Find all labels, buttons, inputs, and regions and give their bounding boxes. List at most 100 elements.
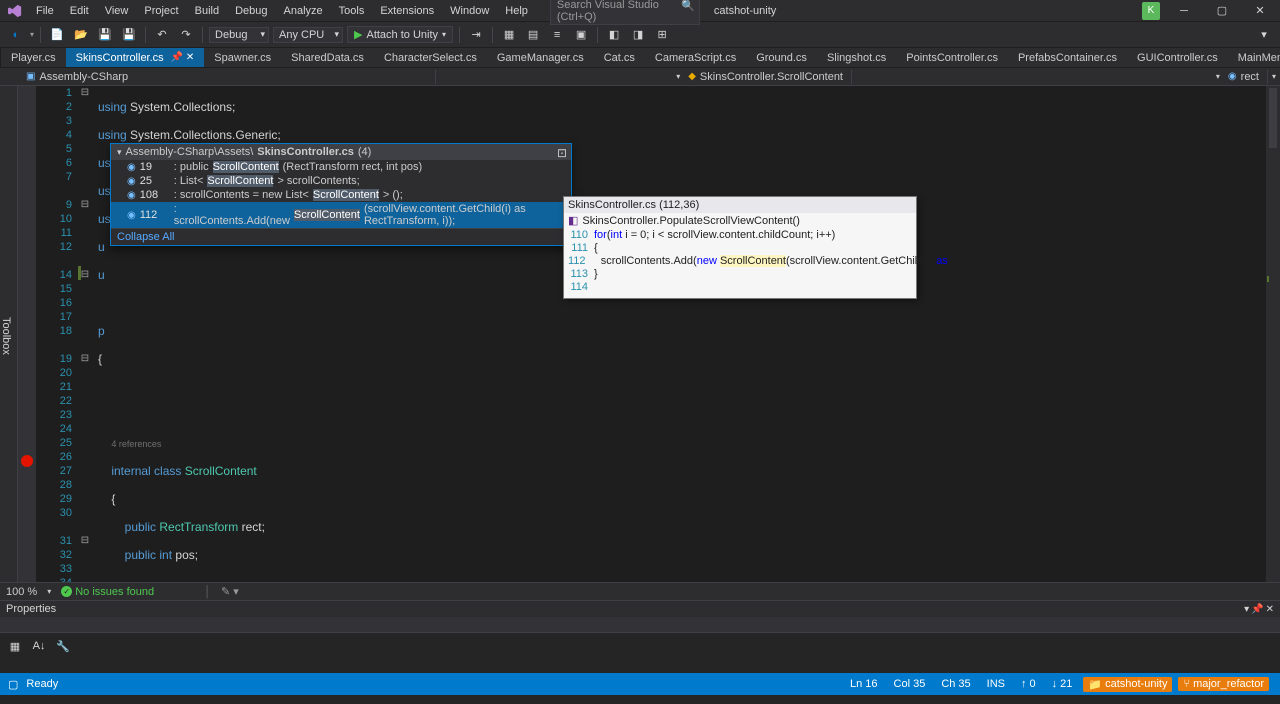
tab-file[interactable]: CharacterSelect.cs	[374, 48, 487, 67]
attach-to-unity-button[interactable]: ▶ Attach to Unity ▾	[347, 26, 453, 43]
tab-file[interactable]: SkinsController.cs📌 ✕	[66, 48, 205, 67]
minimize-button[interactable]: ─	[1170, 2, 1198, 20]
status-ins[interactable]: INS	[979, 678, 1013, 690]
find-references-popup: ▾ Assembly-CSharp\Assets\SkinsController…	[110, 143, 572, 246]
categorize-icon[interactable]: ▦	[6, 637, 24, 655]
platform-dropdown[interactable]: Any CPU	[273, 27, 343, 43]
properties-header[interactable]: Properties ▾ 📌 ✕	[0, 601, 1280, 617]
menu-edit[interactable]: Edit	[62, 2, 97, 20]
editor-status-bar: 100 % ▾ No issues found │ ✎ ▾	[0, 582, 1280, 600]
menu-help[interactable]: Help	[497, 2, 536, 20]
menu-build[interactable]: Build	[187, 2, 227, 20]
close-button[interactable]: ✕	[1246, 2, 1274, 20]
close-icon[interactable]: ✕	[1266, 604, 1274, 615]
class-icon: ◆	[688, 71, 696, 82]
collapse-toolbar-icon[interactable]: ▾	[1254, 25, 1274, 45]
menu-window[interactable]: Window	[442, 2, 497, 20]
undo-icon[interactable]: ↶	[152, 25, 172, 45]
scroll-map[interactable]	[1266, 86, 1280, 582]
vs-logo-icon	[6, 2, 24, 20]
method-icon: ◧	[568, 214, 578, 227]
issues-status[interactable]: No issues found	[61, 586, 154, 598]
tab-file[interactable]: GUIController.cs	[1127, 48, 1228, 67]
wrench-icon[interactable]: 🔧	[54, 637, 72, 655]
find-popup-header[interactable]: ▾ Assembly-CSharp\Assets\SkinsController…	[111, 144, 571, 160]
step-icon[interactable]: ⇥	[466, 25, 486, 45]
main-menu: FileEditViewProjectBuildDebugAnalyzeTool…	[28, 2, 536, 20]
toolbox-side-tab[interactable]: Toolbox	[0, 86, 18, 582]
menu-analyze[interactable]: Analyze	[276, 2, 331, 20]
dropdown-icon[interactable]: ▾	[1244, 604, 1249, 615]
search-input[interactable]: Search Visual Studio (Ctrl+Q) 🔍	[550, 0, 700, 25]
status-col[interactable]: Col 35	[886, 678, 934, 690]
fold-column[interactable]: ⊟⊟⊟⊟⊟⊟	[78, 86, 92, 582]
config-dropdown[interactable]: Debug	[209, 27, 269, 43]
tool-icon[interactable]: ▦	[499, 25, 519, 45]
tool-icon[interactable]: ≡	[547, 25, 567, 45]
tab-file[interactable]: Slingshot.cs	[817, 48, 896, 67]
git-repo-badge[interactable]: 📁 catshot-unity	[1083, 677, 1172, 692]
find-result-row[interactable]: ◉25 : List<ScrollContent> scrollContents…	[111, 174, 571, 188]
tab-file[interactable]: Cat.cs	[594, 48, 645, 67]
editor-tabs: Player.csSkinsController.cs📌 ✕Spawner.cs…	[0, 48, 1280, 68]
find-result-row[interactable]: ◉19 : public ScrollContent(RectTransform…	[111, 160, 571, 174]
tab-file[interactable]: Ground.cs	[746, 48, 817, 67]
tab-file[interactable]: GameManager.cs	[487, 48, 594, 67]
nav-type[interactable]: ▾ ◆ SkinsController.ScrollContent	[436, 70, 852, 84]
status-icon: ▢	[8, 678, 18, 691]
breakpoint-icon[interactable]	[21, 455, 33, 467]
status-ch[interactable]: Ch 35	[933, 678, 978, 690]
back-button[interactable]: ◐	[6, 25, 26, 45]
user-avatar[interactable]: K	[1142, 2, 1160, 20]
close-icon[interactable]: ⊡	[557, 146, 567, 160]
alphabetical-icon[interactable]: A↓	[30, 637, 48, 655]
field-icon: ◉	[1228, 71, 1237, 82]
menu-view[interactable]: View	[97, 2, 137, 20]
gutter[interactable]	[18, 86, 36, 582]
git-branch-badge[interactable]: ⑂ major_refactor	[1178, 677, 1269, 691]
tab-file[interactable]: SharedData.cs	[281, 48, 374, 67]
menu-debug[interactable]: Debug	[227, 2, 275, 20]
tool-icon[interactable]: ▣	[571, 25, 591, 45]
zoom-level[interactable]: 100 %	[6, 586, 37, 598]
line-numbers: 1234567910111214151617181920212223242526…	[36, 86, 78, 582]
tool-icon[interactable]: ⊞	[652, 25, 672, 45]
code-nav-bar: ▣ Assembly-CSharp ▾ ◆ SkinsController.Sc…	[0, 68, 1280, 86]
tab-file[interactable]: MainMenuController.cs	[1228, 48, 1280, 67]
tab-file[interactable]: PointsController.cs	[896, 48, 1008, 67]
code-preview-tooltip: SkinsController.cs (112,36) ◧ SkinsContr…	[563, 196, 917, 299]
tool-icon[interactable]: ◨	[628, 25, 648, 45]
tab-file[interactable]: Spawner.cs	[204, 48, 281, 67]
status-bar: ▢ Ready Ln 16 Col 35 Ch 35 INS ↑ 0 ↓ 21 …	[0, 673, 1280, 695]
pen-icon[interactable]: ✎ ▾	[221, 585, 239, 598]
code-editor[interactable]: 1234567910111214151617181920212223242526…	[18, 86, 1280, 582]
maximize-button[interactable]: ▢	[1208, 2, 1236, 20]
search-icon: 🔍	[681, 0, 695, 12]
tab-file[interactable]: Player.cs	[1, 48, 66, 67]
menu-extensions[interactable]: Extensions	[372, 2, 442, 20]
menu-project[interactable]: Project	[136, 2, 186, 20]
save-icon[interactable]: 💾	[95, 25, 115, 45]
menu-tools[interactable]: Tools	[331, 2, 373, 20]
csharp-icon: ▣	[26, 71, 35, 82]
title-bar: FileEditViewProjectBuildDebugAnalyzeTool…	[0, 0, 1280, 22]
find-result-row[interactable]: ◉108 : scrollContents = new List<ScrollC…	[111, 188, 571, 202]
save-all-icon[interactable]: 💾	[119, 25, 139, 45]
git-incoming[interactable]: ↓ 21	[1044, 678, 1081, 690]
tool-icon[interactable]: ▤	[523, 25, 543, 45]
nav-project[interactable]: ▣ Assembly-CSharp	[18, 70, 436, 84]
redo-icon[interactable]: ↷	[176, 25, 196, 45]
menu-file[interactable]: File	[28, 2, 62, 20]
collapse-all-link[interactable]: Collapse All	[111, 228, 571, 245]
open-icon[interactable]: 📂	[71, 25, 91, 45]
new-item-icon[interactable]: 📄	[47, 25, 67, 45]
tab-file[interactable]: CameraScript.cs	[645, 48, 746, 67]
tab-file[interactable]: PrefabsContainer.cs	[1008, 48, 1127, 67]
git-outgoing[interactable]: ↑ 0	[1013, 678, 1044, 690]
nav-member[interactable]: ▾ ◉ rect	[852, 70, 1268, 84]
status-line[interactable]: Ln 16	[842, 678, 886, 690]
find-result-row[interactable]: ◉112 : scrollContents.Add(new ScrollCont…	[111, 202, 571, 228]
pin-icon[interactable]: 📌	[1251, 604, 1263, 615]
tool-icon[interactable]: ◧	[604, 25, 624, 45]
play-icon: ▶	[354, 28, 362, 41]
